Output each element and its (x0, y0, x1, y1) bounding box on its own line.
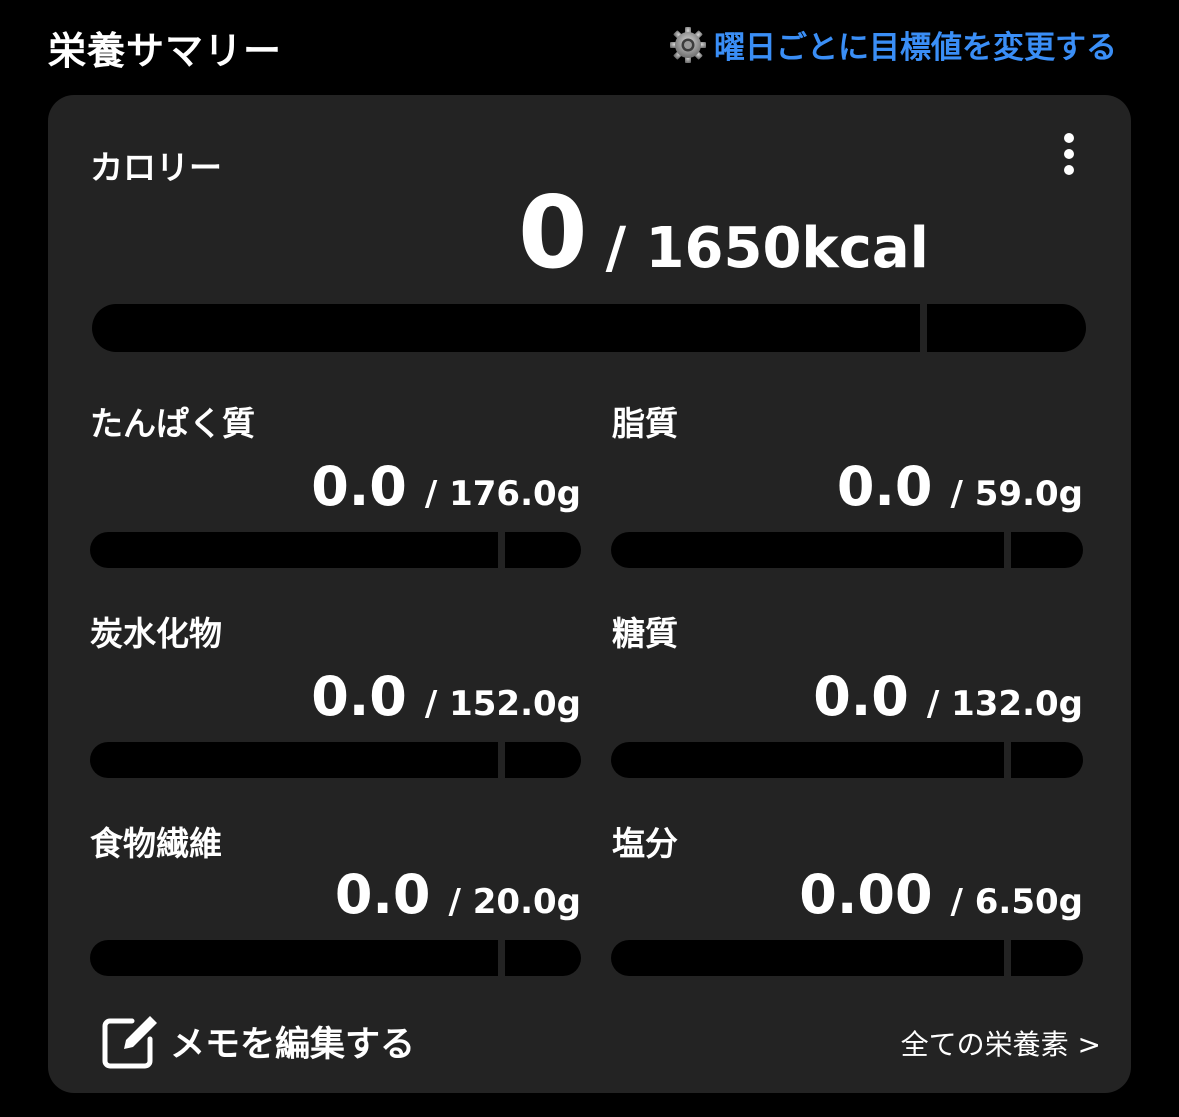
calorie-value: 0 / 1650kcal (518, 183, 929, 283)
more-dot (1064, 165, 1074, 175)
salt-label: 塩分 (612, 824, 678, 863)
more-dot (1064, 149, 1074, 159)
protein-current: 0.0 (311, 455, 407, 518)
carbs-label: 炭水化物 (90, 614, 222, 653)
edit-memo-label: メモを編集する (170, 1024, 416, 1065)
sugar-goal-marker (1004, 742, 1011, 778)
carbs-current: 0.0 (311, 665, 407, 728)
sugar-current: 0.0 (813, 665, 909, 728)
fat-goal-marker (1004, 532, 1011, 568)
change-goals-label: 曜日ごとに目標値を変更する (714, 30, 1117, 66)
protein-target: / 176.0g (424, 474, 581, 514)
sugar-target: / 132.0g (926, 684, 1083, 724)
calorie-label: カロリー (90, 148, 222, 187)
calorie-progress-bar (92, 304, 1086, 352)
fat-target: / 59.0g (950, 474, 1083, 514)
carbs-goal-marker (498, 742, 505, 778)
edit-memo-button[interactable]: メモを編集する (100, 1011, 415, 1071)
salt-progress-bar (611, 940, 1083, 976)
calorie-target: / 1650kcal (605, 216, 929, 281)
protein-label: たんぱく質 (90, 404, 255, 443)
fat-label: 脂質 (612, 404, 678, 443)
calorie-current: 0 (518, 174, 588, 291)
sugar-value: 0.0 / 132.0g (813, 665, 1083, 728)
fiber-value: 0.0 / 20.0g (335, 863, 581, 926)
carbs-progress-bar (90, 742, 581, 778)
summary-header: 栄養サマリー 曜日ごとに目標値を変更する (0, 0, 1179, 90)
protein-value: 0.0 / 176.0g (311, 455, 581, 518)
salt-current: 0.00 (799, 863, 933, 926)
fat-value: 0.0 / 59.0g (837, 455, 1083, 518)
edit-icon (102, 1016, 157, 1069)
sugar-progress-bar (611, 742, 1083, 778)
fiber-label: 食物繊維 (90, 824, 222, 863)
carbs-target: / 152.0g (424, 684, 581, 724)
fiber-current: 0.0 (334, 863, 431, 926)
salt-target: / 6.50g (950, 882, 1083, 922)
fat-progress-bar (611, 532, 1083, 568)
fiber-target: / 20.0g (448, 882, 581, 922)
protein-goal-marker (498, 532, 505, 568)
change-goals-by-weekday-link[interactable]: 曜日ごとに目標値を変更する (668, 22, 1117, 67)
page-title: 栄養サマリー (48, 29, 283, 73)
protein-progress-bar (90, 532, 581, 568)
fiber-goal-marker (498, 940, 505, 976)
sugar-label: 糖質 (612, 614, 678, 653)
gear-icon (670, 26, 706, 63)
fat-current: 0.0 (836, 455, 933, 518)
salt-goal-marker (1004, 940, 1011, 976)
calorie-goal-marker (920, 304, 927, 352)
more-dots-icon (1064, 133, 1074, 143)
all-nutrients-link[interactable]: 全ての栄養素 > (901, 1023, 1101, 1063)
carbs-value: 0.0 / 152.0g (311, 665, 581, 728)
salt-value: 0.00 / 6.50g (799, 863, 1083, 926)
fiber-progress-bar (90, 940, 581, 976)
more-menu-button[interactable] (1054, 129, 1084, 179)
nutrition-summary-card: カロリー 0 / 1650kcal たんぱく質 0.0 / 176.0g 脂質 … (48, 95, 1131, 1093)
